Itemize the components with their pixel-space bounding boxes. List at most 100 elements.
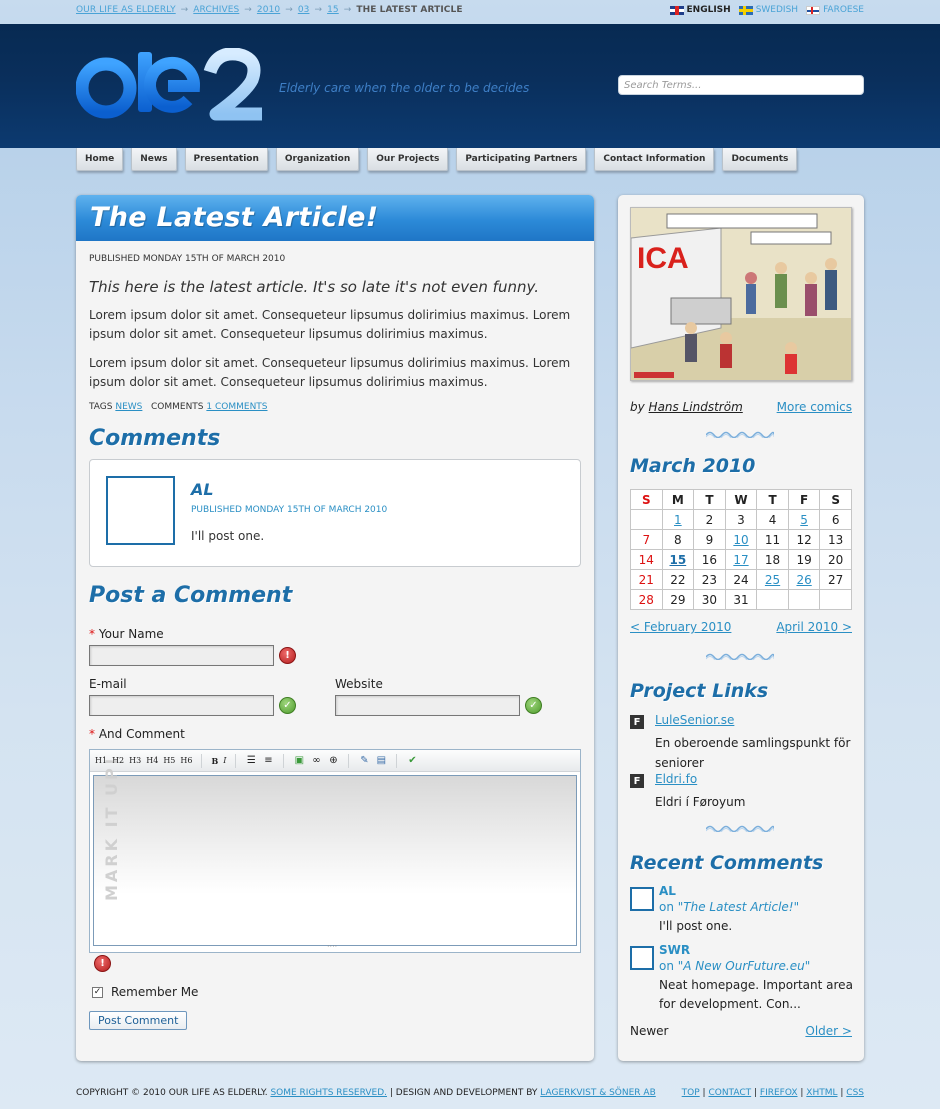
calendar-day[interactable]: 26 — [787, 569, 821, 590]
markitup-editor: H1 H2 H3 H4 H5 H6 B I ☰ ≡ ▣ ∞ ⊕ ✎ ▤ ✔ MA… — [89, 749, 581, 953]
calendar-day[interactable]: 25 — [756, 569, 789, 590]
check-icon: ✓ — [279, 697, 296, 714]
search-input[interactable] — [618, 75, 864, 95]
nav-news[interactable]: News — [131, 148, 177, 171]
calendar-day[interactable]: 17 — [724, 549, 758, 570]
nav-contact-information[interactable]: Contact Information — [594, 148, 715, 171]
language-english[interactable]: ENGLISH — [669, 5, 731, 15]
h5-button[interactable]: H5 — [162, 756, 176, 765]
calendar-day: 14 — [630, 549, 663, 570]
recent-comment-article-link[interactable]: A New OurFuture.eu — [683, 959, 804, 973]
calendar-week: 7 8 9 10 11 12 13 — [630, 529, 852, 550]
bulleted-list-icon[interactable]: ☰ — [244, 754, 258, 768]
recent-comment-on: on "The Latest Article!" — [659, 900, 799, 914]
older-link[interactable]: Older > — [805, 1024, 852, 1038]
nav-presentation[interactable]: Presentation — [184, 148, 268, 171]
calendar-empty-cell — [756, 589, 789, 610]
calendar-next-link[interactable]: April 2010 > — [776, 620, 852, 634]
comment-textarea[interactable]: MARK IT UP! — [93, 755, 577, 946]
calendar-day[interactable]: 1 — [661, 509, 695, 530]
nav-organization[interactable]: Organization — [275, 148, 360, 171]
newer-label: Newer — [630, 1024, 669, 1038]
project-description: En oberoende samlingspunkt för seniorer — [655, 736, 851, 770]
preview-icon[interactable]: ▤ — [374, 754, 388, 768]
breadcrumb-year[interactable]: 2010 — [257, 5, 280, 15]
required-mark: * — [89, 727, 95, 741]
nav-documents[interactable]: Documents — [722, 148, 798, 171]
avatar — [106, 476, 175, 545]
rights-link[interactable]: SOME RIGHTS RESERVED. — [270, 1088, 387, 1098]
website-input[interactable] — [335, 695, 520, 716]
required-mark: * — [89, 627, 95, 641]
footer-link-firefox[interactable]: FIREFOX — [760, 1088, 798, 1098]
comic-image[interactable]: ICA — [630, 207, 852, 381]
toolbar-separator — [235, 753, 237, 768]
calendar-day[interactable]: 15 — [661, 549, 695, 570]
zoom-icon[interactable]: ⊕ — [326, 754, 340, 768]
breadcrumb-separator: → — [314, 5, 323, 15]
website-label: Website — [335, 677, 383, 691]
breadcrumb-separator: → — [244, 5, 252, 15]
resize-handle-icon[interactable]: ···· — [327, 942, 337, 951]
calendar-day: 21 — [630, 569, 663, 590]
designer-link[interactable]: LAGERKVIST & SÖNER AB — [540, 1088, 655, 1098]
editor-toolbar: H1 H2 H3 H4 H5 H6 B I ☰ ≡ ▣ ∞ ⊕ ✎ ▤ ✔ — [90, 750, 580, 772]
footer-link-top[interactable]: TOP — [682, 1088, 700, 1098]
h4-button[interactable]: H4 — [145, 756, 159, 765]
error-icon: ! — [94, 955, 111, 972]
project-links-heading: Project Links — [630, 680, 769, 702]
comment-label: * And Comment — [89, 727, 185, 741]
uk-flag-icon — [669, 5, 684, 15]
calendar-day: 19 — [787, 549, 821, 570]
email-input[interactable] — [89, 695, 274, 716]
nav-participating-partners[interactable]: Participating Partners — [456, 148, 587, 171]
tags-label: TAGS — [89, 402, 113, 412]
comment-date: PUBLISHED MONDAY 15TH OF MARCH 2010 — [191, 505, 388, 515]
bold-button[interactable]: B — [210, 756, 219, 766]
recent-comment-author[interactable]: SWR — [659, 943, 690, 957]
nav-our-projects[interactable]: Our Projects — [367, 148, 449, 171]
calendar-day: 30 — [693, 589, 726, 610]
project-link[interactable]: LuleSenior.se — [655, 713, 734, 727]
main-content: The Latest Article! PUBLISHED MONDAY 15T… — [76, 195, 594, 1061]
footer-link-contact[interactable]: CONTACT — [708, 1088, 751, 1098]
recent-comment-author[interactable]: AL — [659, 884, 676, 898]
comic-author-link[interactable]: Hans Lindström — [649, 400, 743, 414]
link-icon[interactable]: ∞ — [309, 754, 323, 768]
comment-text: I'll post one. — [191, 529, 265, 543]
breadcrumb-day[interactable]: 15 — [327, 5, 339, 15]
picture-icon[interactable]: ▣ — [292, 754, 306, 768]
footer-link-css[interactable]: CSS — [846, 1088, 864, 1098]
remember-checkbox[interactable]: ✓ — [92, 986, 103, 998]
project-link[interactable]: Eldri.fo — [655, 772, 697, 786]
sweden-flag-icon — [738, 5, 753, 15]
language-swedish[interactable]: SWEDISH — [738, 5, 798, 15]
post-comment-button[interactable]: Post Comment — [89, 1011, 188, 1030]
comments-count-link[interactable]: 1 COMMENTS — [206, 402, 267, 412]
more-comics-link[interactable]: More comics — [777, 400, 852, 414]
numbered-list-icon[interactable]: ≡ — [261, 754, 275, 768]
breadcrumb-month[interactable]: 03 — [298, 5, 310, 15]
h6-button[interactable]: H6 — [179, 756, 193, 765]
italic-button[interactable]: I — [222, 756, 227, 765]
site-logo[interactable] — [76, 48, 272, 124]
breadcrumb-separator: → — [180, 5, 189, 15]
copyright-text: COPYRIGHT © 2010 OUR LIFE AS ELDERLY. — [76, 1088, 268, 1098]
language-faroese[interactable]: FAROESE — [806, 5, 864, 15]
nav-home[interactable]: Home — [76, 148, 124, 171]
calendar-day[interactable]: 5 — [787, 509, 821, 530]
breadcrumb-archives[interactable]: ARCHIVES — [193, 5, 239, 15]
calendar-day[interactable]: 10 — [724, 529, 758, 550]
footer-link-xhtml[interactable]: XHTML — [806, 1088, 837, 1098]
calendar-prev-link[interactable]: < February 2010 — [630, 620, 731, 634]
clean-icon[interactable]: ✎ — [357, 754, 371, 768]
recent-comment-article-link[interactable]: The Latest Article! — [683, 900, 793, 914]
h3-button[interactable]: H3 — [128, 756, 142, 765]
recent-comment-text: Neat homepage. Important area for develo… — [659, 978, 853, 1011]
checkmark-icon[interactable]: ✔ — [405, 754, 419, 768]
tag-link[interactable]: NEWS — [115, 402, 142, 412]
weekday-header: S — [819, 489, 852, 510]
breadcrumb-home[interactable]: OUR LIFE AS ELDERLY — [76, 5, 176, 15]
calendar-week: 21 22 23 24 25 26 27 — [630, 569, 852, 590]
name-input[interactable] — [89, 645, 274, 666]
